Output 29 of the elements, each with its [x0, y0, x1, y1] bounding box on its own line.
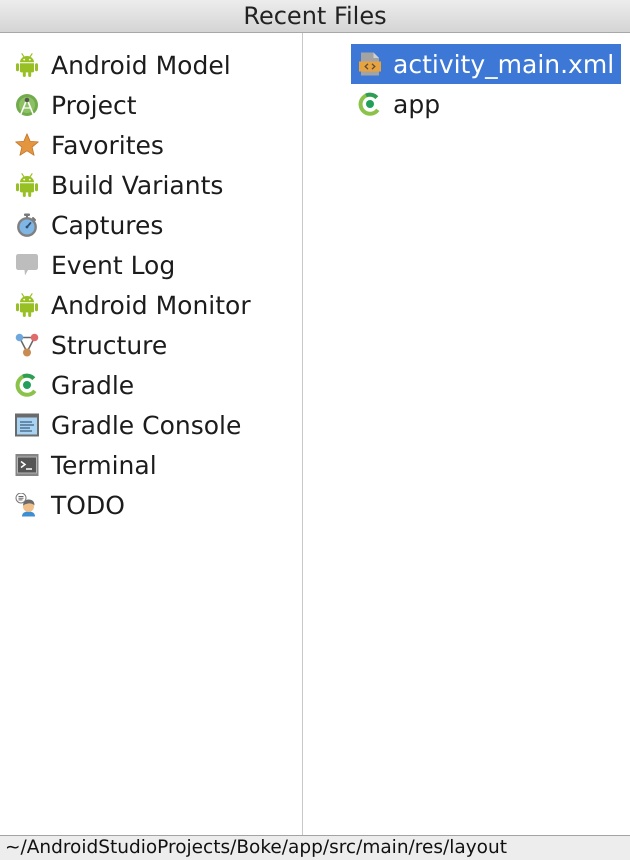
node-graph-icon [15, 333, 39, 357]
tool-window-item[interactable]: Favorites [8, 125, 171, 165]
ring-dot-icon [358, 92, 382, 116]
android-robot-icon [15, 293, 39, 317]
window-title: Recent Files [243, 4, 387, 28]
android-robot-icon [15, 173, 39, 197]
compass-disc-icon [15, 93, 39, 117]
tool-window-item[interactable]: Gradle [8, 365, 142, 405]
tool-window-item[interactable]: Structure [8, 325, 174, 365]
tool-window-item[interactable]: Android Monitor [8, 285, 258, 325]
tool-window-item[interactable]: Android Model [8, 45, 238, 85]
tool-window-item[interactable]: Event Log [8, 245, 182, 285]
tool-window-item[interactable]: Terminal [8, 445, 164, 485]
file-path: ~/AndroidStudioProjects/Boke/app/src/main/res/layout [5, 838, 507, 858]
terminal-icon [15, 453, 39, 477]
star-icon [15, 133, 39, 157]
recent-file-item[interactable]: app [351, 84, 448, 124]
tool-window-item[interactable]: Build Variants [8, 165, 230, 205]
xml-file-icon [358, 52, 382, 76]
tool-window-item[interactable]: Gradle Console [8, 405, 248, 445]
tool-window-item[interactable]: Captures [8, 205, 170, 245]
recent-file-item[interactable]: activity_main.xml [351, 44, 622, 84]
tool-window-item[interactable]: Project [8, 85, 144, 125]
stopwatch-icon [15, 213, 39, 237]
ring-dot-icon [15, 373, 39, 397]
android-robot-icon [15, 53, 39, 77]
speech-bubble-icon [15, 253, 39, 277]
console-window-icon [15, 413, 39, 437]
tool-window-item[interactable]: TODO [8, 485, 132, 525]
